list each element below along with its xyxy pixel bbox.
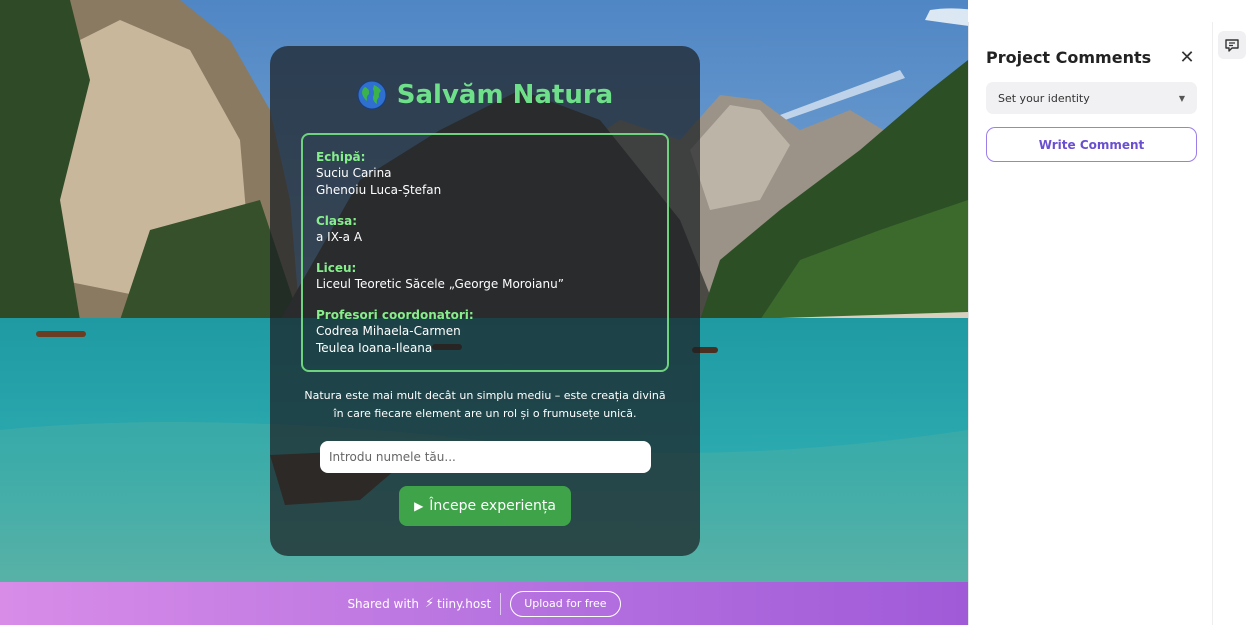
close-icon[interactable]: ✕ xyxy=(1178,48,1196,67)
upload-for-free-button[interactable]: Upload for free xyxy=(510,590,621,617)
class-label: Clasa: xyxy=(316,214,358,228)
comments-title: Project Comments xyxy=(986,48,1152,67)
globe-icon xyxy=(357,80,387,110)
chat-bubble-icon xyxy=(1225,39,1239,52)
teacher-name: Teulea Ioana-Ileana xyxy=(316,341,433,355)
comments-panel: Project Comments ✕ Set your identity ▼ W… xyxy=(968,22,1212,625)
teachers-group: Profesori coordonatori: Codrea Mihaela-C… xyxy=(316,307,667,357)
name-input[interactable] xyxy=(320,441,651,473)
start-experience-button[interactable]: ▶ Începe experiența xyxy=(399,486,571,526)
chevron-down-icon: ▼ xyxy=(1178,93,1185,103)
teacher-name: Codrea Mihaela-Carmen xyxy=(316,324,461,338)
play-icon: ▶ xyxy=(414,499,424,513)
school-value: Liceul Teoretic Săcele „George Moroianu” xyxy=(316,277,564,291)
card-title: Salvăm Natura xyxy=(270,80,700,110)
identity-select-value: Set your identity xyxy=(998,91,1090,105)
description-text: Natura este mai mult decât un simplu med… xyxy=(304,389,666,420)
school-group: Liceu: Liceul Teoretic Săcele „George Mo… xyxy=(316,260,667,293)
main-scene: Salvăm Natura Echipă: Suciu Carina Gheno… xyxy=(0,0,968,625)
share-bar: Shared with ⚡ tiiny.host Upload for free xyxy=(0,582,968,625)
team-member: Suciu Carina xyxy=(316,166,392,180)
page-title: Salvăm Natura xyxy=(396,80,614,110)
team-info-box: Echipă: Suciu Carina Ghenoiu Luca-Ștefan… xyxy=(301,133,669,372)
school-label: Liceu: xyxy=(316,261,357,275)
class-group: Clasa: a IX-a A xyxy=(316,213,667,246)
bolt-icon: ⚡ xyxy=(424,596,435,611)
team-label: Echipă: xyxy=(316,150,366,164)
shared-with-label: Shared with xyxy=(347,596,419,611)
write-comment-button[interactable]: Write Comment xyxy=(986,127,1197,162)
intro-card: Salvăm Natura Echipă: Suciu Carina Gheno… xyxy=(270,46,700,556)
class-value: a IX-a A xyxy=(316,230,363,244)
start-button-label: Începe experiența xyxy=(429,498,556,514)
brand-name: tiiny.host xyxy=(437,596,492,611)
team-group: Echipă: Suciu Carina Ghenoiu Luca-Ștefan xyxy=(316,149,667,199)
comments-header: Project Comments ✕ xyxy=(986,48,1196,67)
team-member: Ghenoiu Luca-Ștefan xyxy=(316,183,442,197)
chat-toggle-button[interactable] xyxy=(1218,31,1246,59)
identity-select[interactable]: Set your identity ▼ xyxy=(986,82,1197,114)
teachers-label: Profesori coordonatori: xyxy=(316,308,474,322)
brand-link[interactable]: ⚡ tiiny.host xyxy=(425,596,491,611)
side-rail xyxy=(1212,22,1249,625)
shared-with-text: Shared with ⚡ tiiny.host xyxy=(347,596,491,611)
divider xyxy=(500,592,502,615)
top-strip xyxy=(968,0,1005,22)
